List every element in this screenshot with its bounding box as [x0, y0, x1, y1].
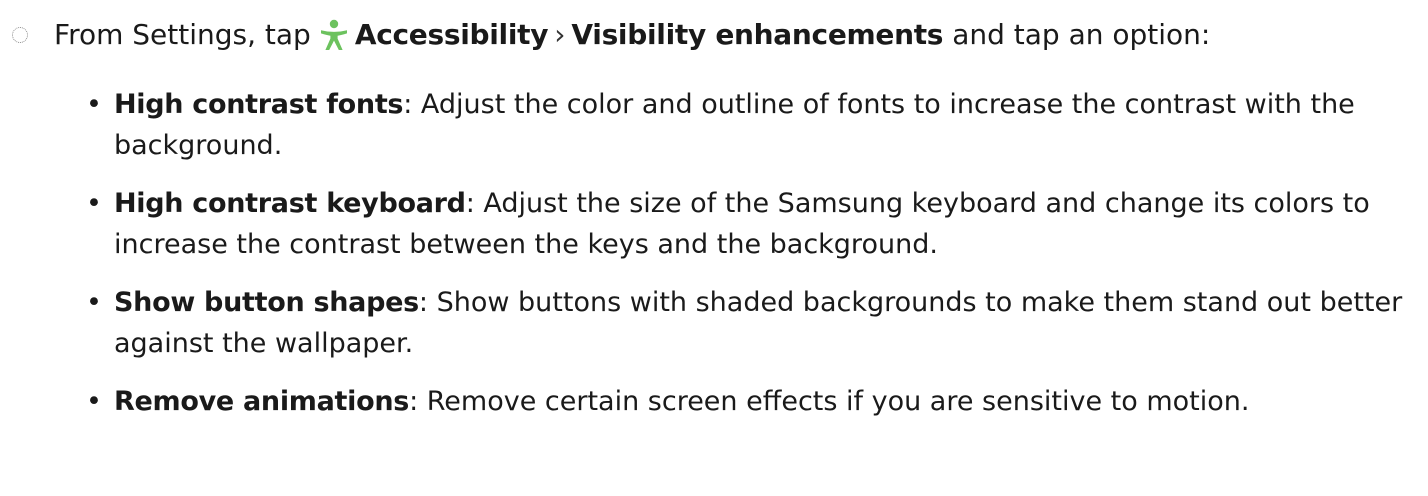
bullet-icon: • [86, 287, 102, 318]
option-list: • High contrast fonts: Adjust the color … [82, 84, 1412, 439]
step-prefix-text: From Settings, tap [54, 18, 311, 51]
menu-accessibility: Accessibility [354, 18, 549, 51]
chevron-right-icon: › [554, 18, 566, 51]
instruction-step: From Settings, tap Accessibility › Visib… [12, 14, 1418, 55]
step-marker-icon [12, 26, 28, 43]
list-item: • Remove animations: Remove certain scre… [82, 381, 1412, 422]
option-name: Show button shapes [114, 287, 419, 318]
option-description: : Remove certain screen effects if you a… [409, 386, 1250, 417]
bullet-icon: • [86, 188, 102, 219]
step-suffix-text: and tap an option: [952, 18, 1211, 51]
menu-visibility-enhancements: Visibility enhancements [571, 18, 944, 51]
list-item: • High contrast keyboard: Adjust the siz… [82, 183, 1412, 265]
bullet-icon: • [86, 386, 102, 417]
list-item: • High contrast fonts: Adjust the color … [82, 84, 1412, 166]
option-name: High contrast keyboard [114, 188, 466, 219]
accessibility-icon [319, 19, 349, 51]
list-item: • Show button shapes: Show buttons with … [82, 282, 1412, 364]
document-page: From Settings, tap Accessibility › Visib… [0, 0, 1428, 496]
option-name: Remove animations [114, 386, 410, 417]
bullet-icon: • [86, 89, 102, 120]
option-name: High contrast fonts [114, 89, 404, 120]
